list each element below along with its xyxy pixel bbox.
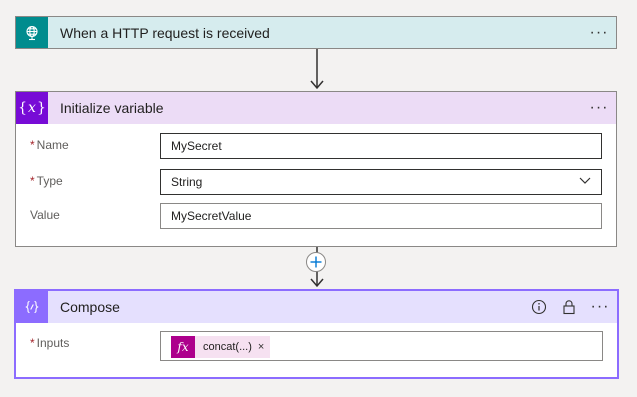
- function-icon: fx: [171, 336, 195, 358]
- info-icon[interactable]: [531, 299, 547, 315]
- compose-card[interactable]: Compose ··· * Inputs fx concat(...) ×: [14, 289, 619, 379]
- name-row: * Name MySecret: [16, 133, 616, 159]
- inputs-row: * Inputs fx concat(...) ×: [16, 331, 617, 361]
- token-label: concat(...): [203, 341, 252, 353]
- remove-token-button[interactable]: ×: [258, 335, 270, 359]
- name-input[interactable]: MySecret: [160, 133, 602, 159]
- initialize-variable-header[interactable]: {x} Initialize variable ···: [16, 92, 616, 124]
- curly-braces-icon: [16, 291, 48, 323]
- trigger-title: When a HTTP request is received: [60, 24, 270, 41]
- compose-more-options-button[interactable]: ···: [591, 298, 609, 316]
- trigger-more-options-button[interactable]: ···: [590, 24, 608, 42]
- inputs-label: * Inputs: [30, 336, 70, 350]
- compose-title: Compose: [60, 299, 120, 315]
- concat-expression-token[interactable]: fx concat(...) ×: [171, 335, 271, 359]
- type-label: * Type: [30, 174, 63, 188]
- chevron-down-icon: [579, 177, 591, 184]
- add-step-button[interactable]: [306, 252, 326, 272]
- lock-icon[interactable]: [561, 299, 577, 315]
- initialize-variable-more-options-button[interactable]: ···: [590, 99, 608, 117]
- curly-x-icon: {x}: [16, 92, 48, 124]
- trigger-header[interactable]: When a HTTP request is received ···: [16, 17, 616, 48]
- initialize-variable-title: Initialize variable: [60, 100, 164, 116]
- initialize-variable-card[interactable]: {x} Initialize variable ··· * Name MySecr…: [15, 91, 617, 247]
- inputs-field[interactable]: fx concat(...) ×: [160, 331, 603, 361]
- globe-icon: [16, 17, 48, 48]
- trigger-card[interactable]: When a HTTP request is received ···: [15, 16, 617, 49]
- type-row: * Type String: [16, 169, 616, 195]
- connector-arrow-1: [310, 49, 324, 90]
- value-label: Value: [30, 208, 60, 222]
- value-input[interactable]: MySecretValue: [160, 203, 602, 229]
- type-select-value: String: [171, 175, 203, 189]
- compose-header[interactable]: Compose ···: [16, 291, 617, 323]
- plus-icon: [310, 256, 322, 268]
- type-select[interactable]: String: [160, 169, 602, 195]
- value-row: Value MySecretValue: [16, 203, 616, 229]
- name-label: * Name: [30, 138, 69, 152]
